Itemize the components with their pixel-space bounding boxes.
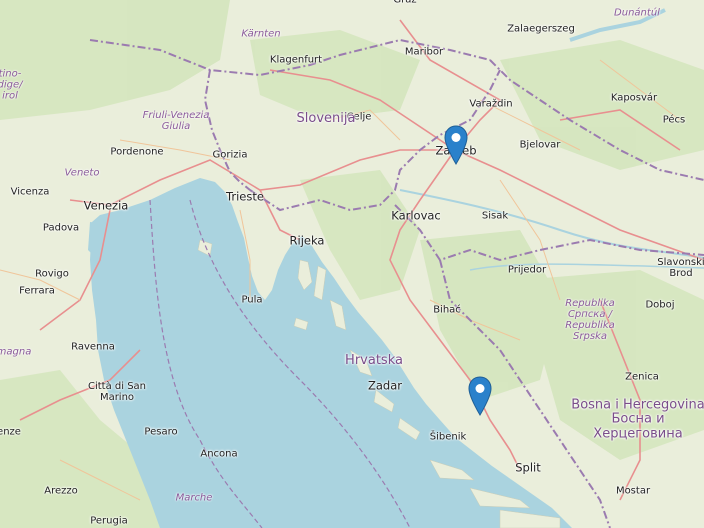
cities-label-pesaro: Pesaro — [144, 426, 178, 438]
cities-label-rovigo: Rovigo — [35, 268, 69, 280]
regions-label-tirol: tino- dige/ irol — [0, 68, 23, 102]
map-view[interactable]: Kärnten Friuli-Venezia Giulia Veneto Dunánt… — [0, 0, 704, 528]
map-base-layer — [0, 0, 704, 528]
cities-label-varazdin: Varaždin — [469, 98, 513, 110]
cities-label-sanmarino: Città di San Marino — [87, 381, 147, 403]
cities-label-arezzo: Arezzo — [44, 485, 78, 497]
cities-label-bjelovar: Bjelovar — [519, 139, 561, 151]
cities-label-pecs: Pécs — [662, 114, 686, 126]
cities-label-ancona: Ancona — [200, 448, 238, 460]
cities-label-zenica: Zenica — [625, 371, 659, 383]
cities-label-zalaegerszeg: Zalaegerszeg — [507, 23, 575, 35]
cities-label-gorizia: Gorizia — [212, 149, 248, 161]
cities-label-graz: Graz — [393, 0, 417, 6]
regions-label-dunantul: Dunántúl — [614, 7, 660, 19]
cities-label-trieste: Trieste — [226, 189, 264, 204]
regions-label-veneto: Veneto — [64, 167, 100, 179]
cities-label-slavonski: Slavonski Brod — [657, 257, 704, 279]
cities-label-sibenik: Šibenik — [429, 431, 467, 443]
cities-label-kaposvar: Kaposvár — [610, 92, 658, 104]
cities-label-venezia: Venezia — [83, 198, 129, 213]
regions-label-karnten: Kärnten — [241, 28, 281, 40]
countries-label-bih: Bosna i Hercegovina Босна и Херцеговина — [571, 397, 704, 442]
cities-label-ravenna: Ravenna — [71, 341, 115, 353]
cities-label-split: Split — [515, 460, 541, 475]
cities-label-pordenone: Pordenone — [110, 146, 164, 158]
cities-label-maribor: Maribor — [404, 46, 444, 58]
regions-label-srpska: Republika Српска / Republika Srpska — [565, 298, 615, 342]
cities-label-zadar: Zadar — [367, 378, 403, 393]
cities-label-rijeka: Rijeka — [289, 233, 325, 248]
cities-label-vicenza: Vicenza — [10, 186, 50, 198]
cities-label-padova: Padova — [42, 222, 80, 234]
cities-label-prijedor: Prijedor — [507, 264, 547, 276]
cities-label-ferrara: Ferrara — [19, 285, 55, 297]
cities-label-sisak: Sisak — [481, 210, 509, 222]
cities-label-karlovac: Karlovac — [391, 208, 441, 223]
regions-label-marche: Marche — [175, 492, 213, 504]
cities-label-mostar: Mostar — [615, 485, 651, 497]
cities-label-bihac: Bihać — [433, 304, 461, 316]
cities-label-firenze: enze — [0, 426, 21, 438]
cities-label-perugia: Perugia — [90, 515, 128, 527]
map-marker-zagreb[interactable] — [444, 125, 468, 165]
countries-label-hrvatska: Hrvatska — [345, 352, 403, 368]
regions-label-fvg: Friuli-Venezia Giulia — [142, 110, 210, 132]
countries-label-slovenija: Slovenija — [296, 110, 356, 126]
cities-label-pula: Pula — [241, 294, 263, 306]
map-marker-dalmatia[interactable] — [468, 376, 492, 416]
regions-label-magna: magna — [0, 346, 32, 358]
cities-label-doboj: Doboj — [645, 299, 675, 311]
cities-label-klagenfurt: Klagenfurt — [269, 54, 323, 66]
